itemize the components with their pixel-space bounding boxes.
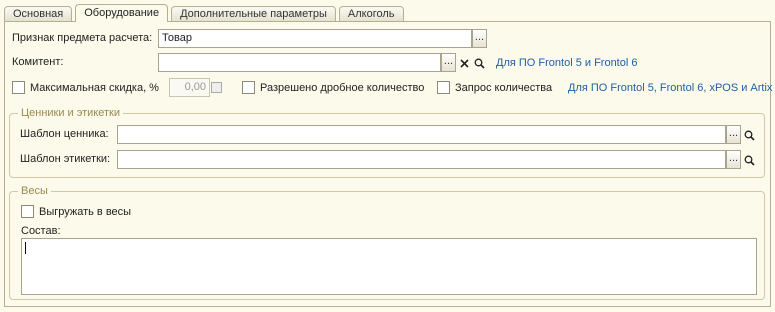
max-discount-field[interactable]: 0,00 (169, 78, 210, 97)
quantity-request-label: Запрос количества (455, 82, 553, 94)
clear-icon[interactable] (456, 53, 471, 72)
tab-equipment[interactable]: Оборудование (75, 4, 169, 22)
label-template-field[interactable] (117, 150, 726, 169)
tab-additional-params[interactable]: Дополнительные параметры (171, 6, 336, 22)
equipment-panel: Признак предмета расчета: Товар ... Коми… (4, 21, 772, 307)
price-tag-search-icon[interactable] (741, 125, 756, 144)
scales-group-title: Весы (18, 185, 51, 197)
tab-alcohol[interactable]: Алкоголь (338, 6, 404, 22)
price-tag-select-button[interactable]: ... (726, 125, 741, 144)
payment-subject-select-button[interactable]: ... (472, 29, 487, 48)
labels-group-title: Ценники и этикетки (18, 107, 123, 119)
payment-subject-field[interactable]: Товар (158, 29, 472, 48)
upload-to-scales-checkbox[interactable] (21, 205, 34, 218)
quantity-request-checkbox[interactable] (437, 81, 450, 94)
tab-main[interactable]: Основная (4, 6, 73, 22)
label-template-label: Шаблон этикетки: (20, 153, 111, 165)
frontol-xpos-artix-link[interactable]: Для ПО Frontol 5, Frontol 6, xPOS и Arti… (568, 82, 772, 94)
price-tag-template-field[interactable] (117, 125, 726, 144)
payment-subject-label: Признак предмета расчета: (12, 32, 153, 44)
upload-to-scales-label: Выгружать в весы (39, 206, 132, 218)
text-caret (25, 242, 26, 254)
committent-label: Комитент: (12, 56, 64, 68)
max-discount-checkbox[interactable] (12, 81, 25, 94)
label-template-select-button[interactable]: ... (726, 150, 741, 169)
max-discount-label: Максимальная скидка, % (30, 82, 159, 94)
composition-textarea[interactable] (21, 238, 757, 295)
tab-bar: Основная Оборудование Дополнительные пар… (4, 4, 407, 22)
frontol-5-6-link[interactable]: Для ПО Frontol 5 и Frontol 6 (496, 57, 637, 69)
fractional-quantity-checkbox[interactable] (242, 81, 255, 94)
price-tag-template-label: Шаблон ценника: (20, 128, 109, 140)
label-template-search-icon[interactable] (741, 150, 756, 169)
search-icon[interactable] (471, 53, 486, 72)
fractional-quantity-label: Разрешено дробное количество (260, 82, 425, 94)
composition-label: Состав: (21, 225, 61, 237)
calculator-icon[interactable] (211, 82, 222, 93)
committent-field[interactable] (158, 53, 441, 72)
committent-select-button[interactable]: ... (441, 53, 456, 72)
